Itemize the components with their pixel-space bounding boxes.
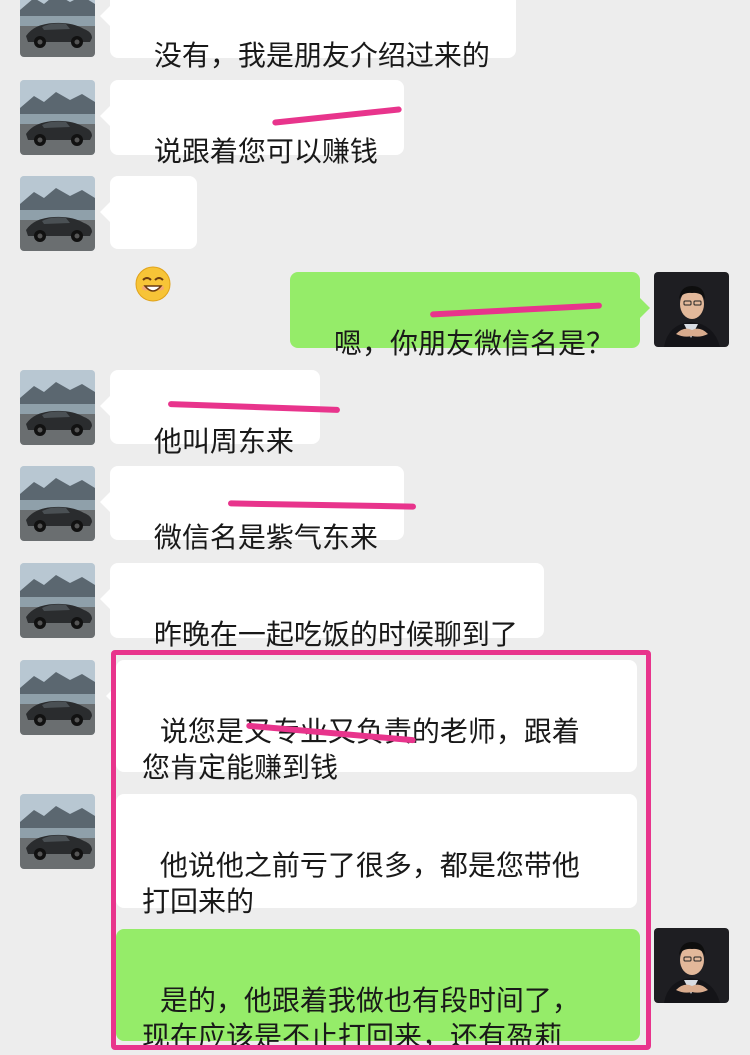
- contact-avatar[interactable]: [20, 176, 95, 251]
- self-avatar[interactable]: [654, 928, 729, 1003]
- man-portrait-avatar-icon: [654, 928, 729, 1003]
- message-bubble[interactable]: 说您是又专业又负责的老师，跟着 您肯定能赚到钱: [106, 660, 637, 784]
- man-portrait-avatar-icon: [654, 272, 729, 347]
- message-text: 没有，我是朋友介绍过来的: [153, 39, 490, 72]
- message-bubble[interactable]: 昨晚在一起吃饭的时候聊到了: [100, 563, 544, 651]
- message-bubble[interactable]: 他叫周东来: [100, 370, 320, 458]
- message-bubble[interactable]: 没有，我是朋友介绍过来的: [100, 0, 516, 72]
- sports-car-avatar-icon: [20, 370, 95, 445]
- message-bubble[interactable]: [100, 176, 197, 302]
- sports-car-avatar-icon: [20, 466, 95, 541]
- contact-avatar[interactable]: [20, 370, 95, 445]
- contact-avatar[interactable]: [20, 563, 95, 638]
- sports-car-avatar-icon: [20, 563, 95, 638]
- message-text: 他说他之前亏了很多，都是您带他 打回来的: [142, 849, 580, 918]
- message-text: 是的，他跟着我做也有段时间了， 现在应该是不止打回来，还有盈莉: [142, 984, 580, 1053]
- contact-avatar[interactable]: [20, 794, 95, 869]
- message-bubble[interactable]: 微信名是紫气东来: [100, 466, 404, 554]
- self-avatar[interactable]: [654, 272, 729, 347]
- message-text: 嗯，你朋友微信名是？: [333, 327, 614, 360]
- sports-car-avatar-icon: [20, 0, 95, 57]
- contact-avatar[interactable]: [20, 660, 95, 735]
- message-bubble[interactable]: 说跟着您可以赚钱: [100, 80, 404, 168]
- message-bubble[interactable]: 他说他之前亏了很多，都是您带他 打回来的: [116, 794, 637, 918]
- sports-car-avatar-icon: [20, 660, 95, 735]
- contact-avatar[interactable]: [20, 466, 95, 541]
- sports-car-avatar-icon: [20, 80, 95, 155]
- contact-avatar[interactable]: [20, 0, 95, 57]
- message-text: 昨晚在一起吃饭的时候聊到了: [153, 618, 518, 651]
- contact-avatar[interactable]: [20, 80, 95, 155]
- grinning-face-emoji-icon: [135, 266, 171, 302]
- message-text: 说您是又专业又负责的老师，跟着 您肯定能赚到钱: [142, 715, 580, 784]
- message-text: 他叫周东来: [153, 425, 294, 458]
- message-bubble[interactable]: 嗯，你朋友微信名是？: [290, 272, 650, 360]
- message-bubble[interactable]: 是的，他跟着我做也有段时间了， 现在应该是不止打回来，还有盈莉: [116, 929, 640, 1053]
- sports-car-avatar-icon: [20, 794, 95, 869]
- message-text: 微信名是紫气东来: [153, 521, 378, 554]
- sports-car-avatar-icon: [20, 176, 95, 251]
- message-text: 说跟着您可以赚钱: [153, 135, 378, 168]
